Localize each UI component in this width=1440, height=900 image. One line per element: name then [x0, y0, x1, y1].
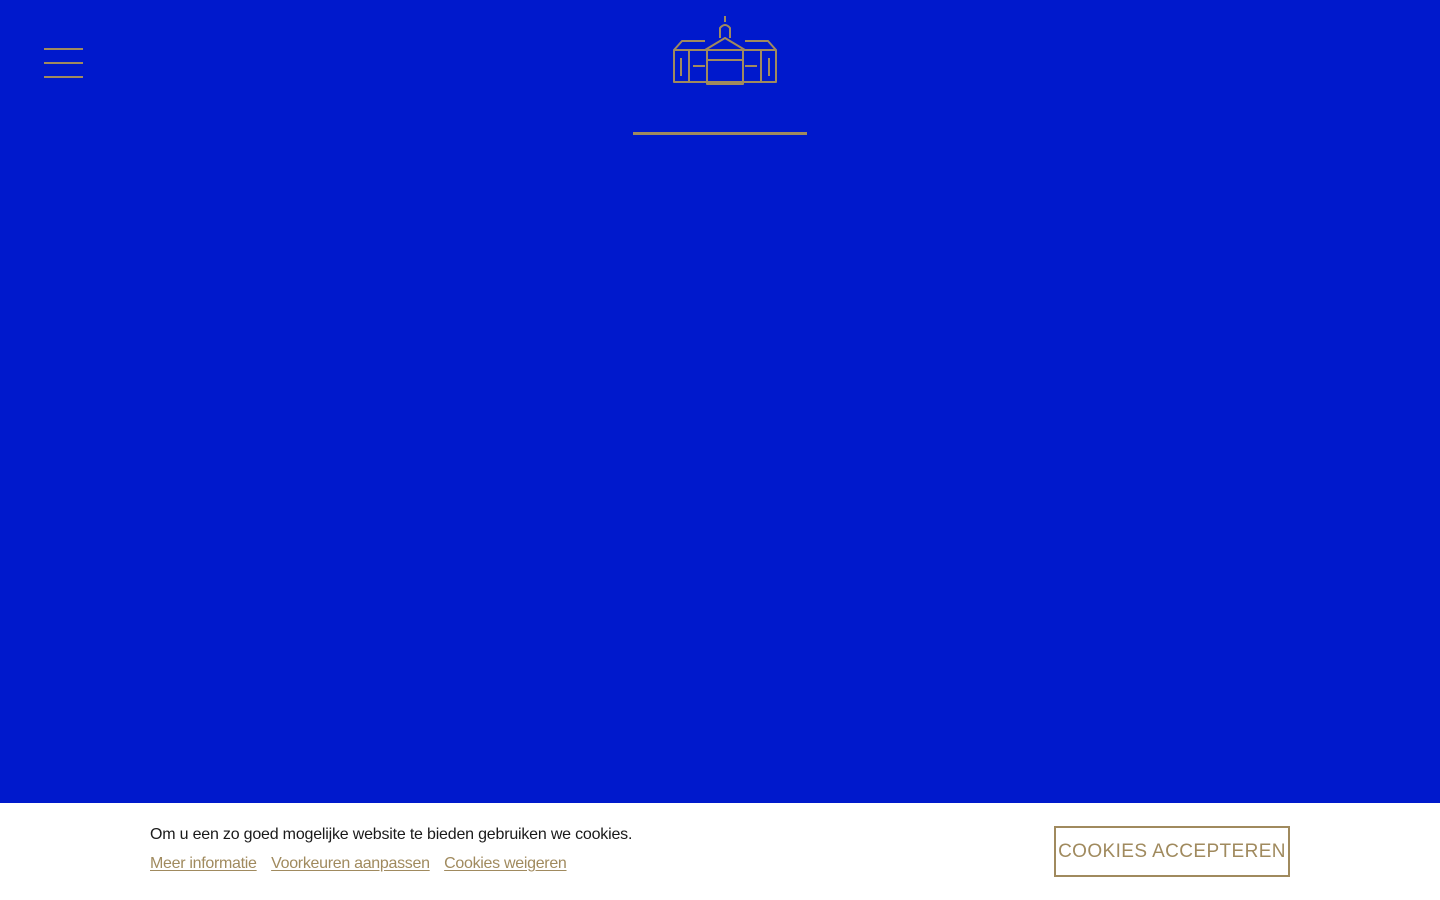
hero-section: [0, 0, 1440, 803]
more-info-link[interactable]: Meer informatie: [150, 855, 257, 872]
building-logo-icon[interactable]: [671, 14, 779, 86]
preferences-link[interactable]: Voorkeuren aanpassen: [271, 855, 430, 872]
menu-bar-bottom: [44, 76, 83, 78]
logo-underline-divider: [633, 132, 807, 135]
menu-bar-middle: [44, 62, 83, 64]
accept-cookies-button[interactable]: COOKIES ACCEPTEREN: [1054, 826, 1290, 877]
cookie-message: Om u een zo goed mogelijke website te bi…: [150, 826, 633, 843]
hamburger-menu-button[interactable]: [44, 48, 84, 80]
cookie-links: Meer informatie Voorkeuren aanpassen Coo…: [150, 855, 577, 873]
menu-bar-top: [44, 48, 83, 50]
decline-cookies-link[interactable]: Cookies weigeren: [444, 855, 567, 872]
